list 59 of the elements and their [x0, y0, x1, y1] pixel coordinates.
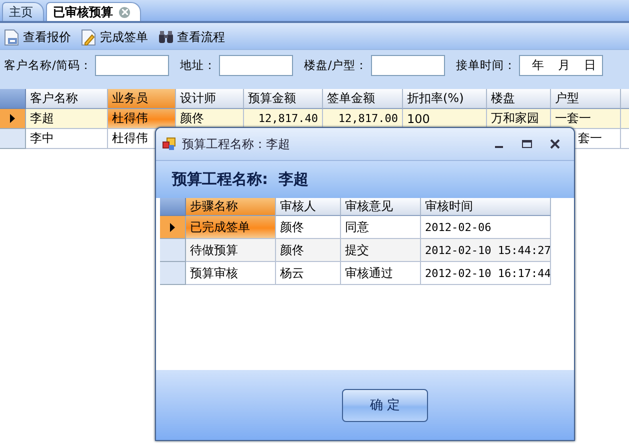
- document-icon: [4, 28, 20, 46]
- table-cell: 2012-02-10 16:17:44: [421, 262, 551, 285]
- ok-button[interactable]: 确 定: [342, 388, 428, 422]
- table-cell: 2012-02-06: [421, 216, 551, 239]
- table-cell: 杜得伟: [108, 109, 176, 129]
- column-header[interactable]: 客户名称: [26, 89, 108, 109]
- row-pointer-icon: [10, 114, 15, 123]
- table-cell: 已完成签单: [186, 216, 276, 239]
- filter-label: 楼盘/户型：: [304, 58, 368, 72]
- table-cell: 万和家园: [487, 109, 551, 129]
- date-field[interactable]: 年 月 日: [518, 54, 603, 76]
- app-icon: [162, 137, 176, 151]
- row-pointer-icon: [170, 222, 175, 232]
- column-header[interactable]: 签单金额: [323, 89, 403, 109]
- column-header[interactable]: 设计师: [176, 89, 244, 109]
- row-header[interactable]: [160, 216, 186, 239]
- column-header[interactable]: 预算金额: [244, 89, 323, 109]
- column-header[interactable]: 审核意见: [341, 198, 421, 216]
- table-cell: 审核通过: [341, 262, 421, 285]
- toolbar-button[interactable]: 查看流程: [158, 28, 225, 46]
- table-cell: 颜佟: [176, 109, 244, 129]
- column-header[interactable]: 楼盘: [487, 89, 551, 109]
- close-icon[interactable]: [550, 139, 560, 149]
- toolbar-button[interactable]: 查看报价: [4, 28, 71, 46]
- table-cell: 一套一: [551, 109, 621, 129]
- tab[interactable]: 已审核预算: [46, 2, 141, 21]
- input-field[interactable]: [370, 54, 445, 76]
- table-cell: 李中: [26, 129, 108, 149]
- input-field[interactable]: [218, 54, 293, 76]
- table-cell: 同意: [341, 216, 421, 239]
- table-cell: 2012-02-10 15:44:27: [421, 239, 551, 262]
- column-header[interactable]: 户型: [551, 89, 621, 109]
- table-cell: 100: [403, 109, 487, 129]
- column-header[interactable]: 步骤名称: [186, 198, 276, 216]
- pencil-document-icon: [81, 28, 97, 46]
- filter-label: 地址：: [180, 58, 216, 72]
- input-field[interactable]: [94, 54, 169, 76]
- maximize-icon[interactable]: [522, 139, 532, 149]
- table-cell: 待做预算: [186, 239, 276, 262]
- toolbar-button[interactable]: 完成签单: [81, 28, 148, 46]
- filter-label: 客户名称/简码：: [4, 58, 92, 72]
- dialog-title: 预算工程名称：李超: [182, 136, 291, 152]
- binoculars-icon: [158, 30, 174, 44]
- table-cell: 12,817.40: [244, 109, 323, 129]
- table-cell: 12,817.00: [323, 109, 403, 129]
- table-cell: 颜佟: [276, 239, 341, 262]
- column-header[interactable]: 折扣率(%): [403, 89, 487, 109]
- column-header[interactable]: 审核人: [276, 198, 341, 216]
- table-cell: 提交: [341, 239, 421, 262]
- column-header[interactable]: 审核时间: [421, 198, 551, 216]
- table-cell: 预算审核: [186, 262, 276, 285]
- tab[interactable]: 主页: [2, 2, 44, 21]
- table-cell: 颜佟: [276, 216, 341, 239]
- column-header[interactable]: 业务员: [108, 89, 176, 109]
- table-cell: 杨云: [276, 262, 341, 285]
- table-cell: 李超: [26, 109, 108, 129]
- filter-label: 接单时间：: [456, 58, 516, 72]
- dialog-heading: 预算工程名称: 李超: [172, 170, 308, 189]
- row-header[interactable]: [0, 109, 26, 129]
